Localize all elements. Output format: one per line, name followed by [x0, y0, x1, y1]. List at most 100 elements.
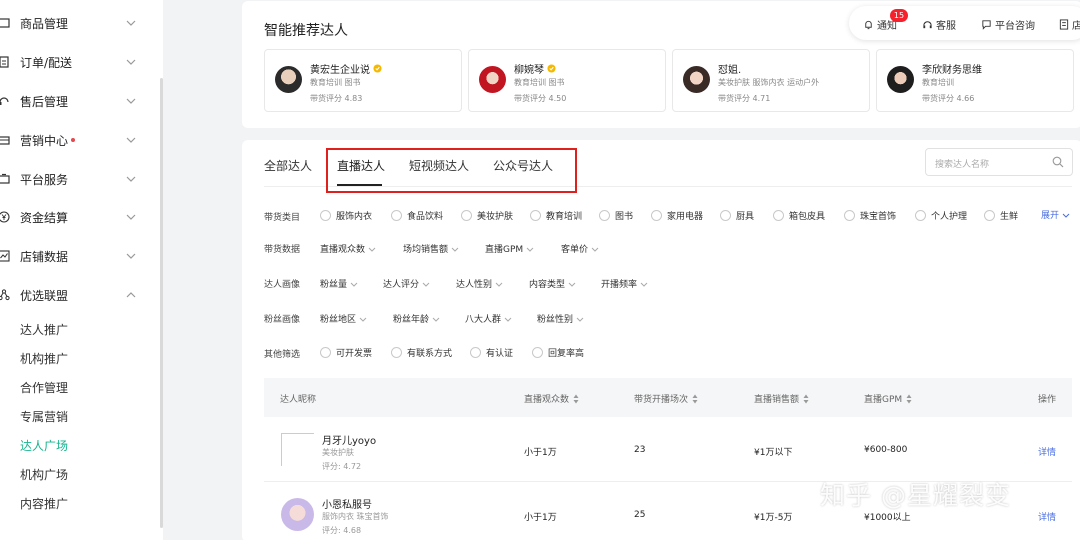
search-placeholder: 搜索达人名称	[935, 160, 990, 170]
option-label: 美妆护肤	[477, 212, 514, 222]
filter-other-option[interactable]: 可开发票	[320, 346, 372, 359]
filter-category-option[interactable]: 服饰内衣	[320, 209, 372, 222]
radio[interactable]	[391, 210, 402, 221]
radio[interactable]	[461, 210, 472, 221]
header-label: 带货开播场次	[634, 395, 689, 405]
chart-icon	[0, 249, 11, 263]
filter-dropdown[interactable]: 直播观众数	[320, 242, 376, 255]
filter-dropdown[interactable]: 粉丝量	[320, 277, 358, 290]
sidebar-subitem-cooperation[interactable]: 合作管理	[20, 379, 68, 396]
recommend-card[interactable]: 李欣财务思维 教育培训 带货评分 4.66	[876, 49, 1074, 112]
radio[interactable]	[530, 210, 541, 221]
filter-category-option[interactable]: 教育培训	[530, 209, 582, 222]
sidebar-item-products[interactable]: 商品管理	[0, 8, 163, 38]
service-icon	[0, 172, 11, 186]
sidebar-item-aftersales[interactable]: 售后管理	[0, 86, 163, 116]
radio[interactable]	[320, 210, 331, 221]
sidebar-item-settlement[interactable]: 资金结算	[0, 202, 163, 232]
notify-badge: 15	[890, 9, 908, 22]
filter-dropdown[interactable]: 开播频率	[601, 277, 648, 290]
filter-category-option[interactable]: 珠宝首饰	[844, 209, 896, 222]
sidebar-subitem-exclusive-marketing[interactable]: 专属营销	[20, 408, 68, 425]
chevron-down-icon	[126, 253, 136, 259]
filter-dropdown[interactable]: 客单价	[561, 242, 599, 255]
column-header-sales[interactable]: 直播销售额	[754, 392, 809, 405]
sidebar-subitem-agency-plaza[interactable]: 机构广场	[20, 466, 68, 483]
expand-button[interactable]: 展开	[1041, 208, 1070, 221]
filter-category-option[interactable]: 个人护理	[915, 209, 967, 222]
table-row[interactable]: 月牙儿yoyo 美妆护肤 评分: 4.72 小于1万 23 ¥1万以下 ¥600…	[264, 417, 1072, 482]
filter-dropdown[interactable]: 八大人群	[465, 312, 512, 325]
filter-category-option[interactable]: 生鲜	[984, 209, 1018, 222]
filter-dropdown[interactable]: 达人性别	[456, 277, 503, 290]
filter-dropdown[interactable]: 场均销售额	[403, 242, 459, 255]
column-header-sessions[interactable]: 带货开播场次	[634, 392, 698, 405]
sidebar-item-orders[interactable]: 订单/配送	[0, 47, 163, 77]
store-button[interactable]: 店	[1059, 17, 1080, 32]
chevron-down-icon	[451, 247, 459, 252]
radio[interactable]	[773, 210, 784, 221]
search-icon[interactable]	[1052, 156, 1064, 168]
chevron-down-icon	[591, 247, 599, 252]
radio[interactable]	[532, 347, 543, 358]
filter-category-option[interactable]: 图书	[599, 209, 633, 222]
search-input[interactable]: 搜索达人名称	[925, 148, 1073, 176]
detail-link[interactable]: 详情	[1038, 445, 1056, 458]
radio[interactable]	[599, 210, 610, 221]
radio[interactable]	[720, 210, 731, 221]
sidebar-subitem-influencer-promotion[interactable]: 达人推广	[20, 321, 68, 338]
row-score: 评分: 4.68	[322, 526, 362, 535]
radio[interactable]	[844, 210, 855, 221]
filter-dropdown[interactable]: 内容类型	[529, 277, 576, 290]
sidebar-item-alliance[interactable]: 优选联盟	[0, 280, 163, 310]
chevron-down-icon	[126, 214, 136, 220]
filter-dropdown[interactable]: 粉丝性别	[537, 312, 584, 325]
recommend-card[interactable]: 怼姐. 美妆护肤 服饰内衣 运动户外 带货评分 4.71	[672, 49, 870, 112]
row-name: 小恩私服号	[322, 500, 372, 511]
filter-other-option[interactable]: 有联系方式	[391, 346, 452, 359]
filter-dropdown[interactable]: 达人评分	[383, 277, 430, 290]
filter-other-option[interactable]: 有认证	[470, 346, 513, 359]
filter-fans-label: 粉丝画像	[264, 315, 301, 325]
filter-category-option[interactable]: 箱包皮具	[773, 209, 825, 222]
recommend-card[interactable]: 柳婉琴 教育培训 图书 带货评分 4.50	[468, 49, 666, 112]
chevron-down-icon	[1062, 213, 1070, 218]
radio[interactable]	[391, 347, 402, 358]
filter-category-option[interactable]: 家用电器	[651, 209, 703, 222]
service-button[interactable]: 客服	[922, 17, 956, 32]
sidebar-subitem-content-promotion[interactable]: 内容推广	[20, 495, 68, 512]
sidebar-item-platform-service[interactable]: 平台服务	[0, 164, 163, 194]
verified-icon	[373, 64, 382, 73]
filter-category-option[interactable]: 食品饮料	[391, 209, 443, 222]
sort-icon[interactable]	[803, 394, 809, 404]
filter-category-option[interactable]: 美妆护肤	[461, 209, 513, 222]
verified-icon	[547, 64, 556, 73]
column-header-viewers[interactable]: 直播观众数	[524, 392, 579, 405]
radio[interactable]	[651, 210, 662, 221]
sidebar-subitem-influencer-plaza[interactable]: 达人广场	[20, 437, 68, 454]
sidebar-scrollbar[interactable]	[160, 78, 163, 528]
cell-viewers: 小于1万	[524, 448, 557, 458]
tab-all[interactable]: 全部达人	[264, 157, 312, 174]
sidebar-subitem-agency-promotion[interactable]: 机构推广	[20, 350, 68, 367]
radio[interactable]	[915, 210, 926, 221]
sort-icon[interactable]	[692, 394, 698, 404]
radio[interactable]	[470, 347, 481, 358]
recommend-card[interactable]: 黄宏生企业说 教育培训 图书 带货评分 4.83	[264, 49, 462, 112]
consult-button[interactable]: 平台咨询	[981, 17, 1035, 32]
chat-icon	[982, 20, 991, 30]
table-header: 达人昵称 直播观众数 带货开播场次 直播销售额 直播GPM 操作	[264, 378, 1072, 417]
filter-category-option[interactable]: 厨具	[720, 209, 754, 222]
filter-other-option[interactable]: 回复率高	[532, 346, 584, 359]
radio[interactable]	[984, 210, 995, 221]
column-header-gpm[interactable]: 直播GPM	[864, 392, 912, 405]
detail-link[interactable]: 详情	[1038, 510, 1056, 523]
sort-icon[interactable]	[573, 394, 579, 404]
filter-dropdown[interactable]: 直播GPM	[485, 242, 534, 255]
radio[interactable]	[320, 347, 331, 358]
sort-icon[interactable]	[906, 394, 912, 404]
sidebar-item-store-data[interactable]: 店铺数据	[0, 241, 163, 271]
filter-dropdown[interactable]: 粉丝年龄	[393, 312, 440, 325]
filter-dropdown[interactable]: 粉丝地区	[320, 312, 367, 325]
sidebar-item-marketing[interactable]: 营销中心	[0, 125, 163, 155]
